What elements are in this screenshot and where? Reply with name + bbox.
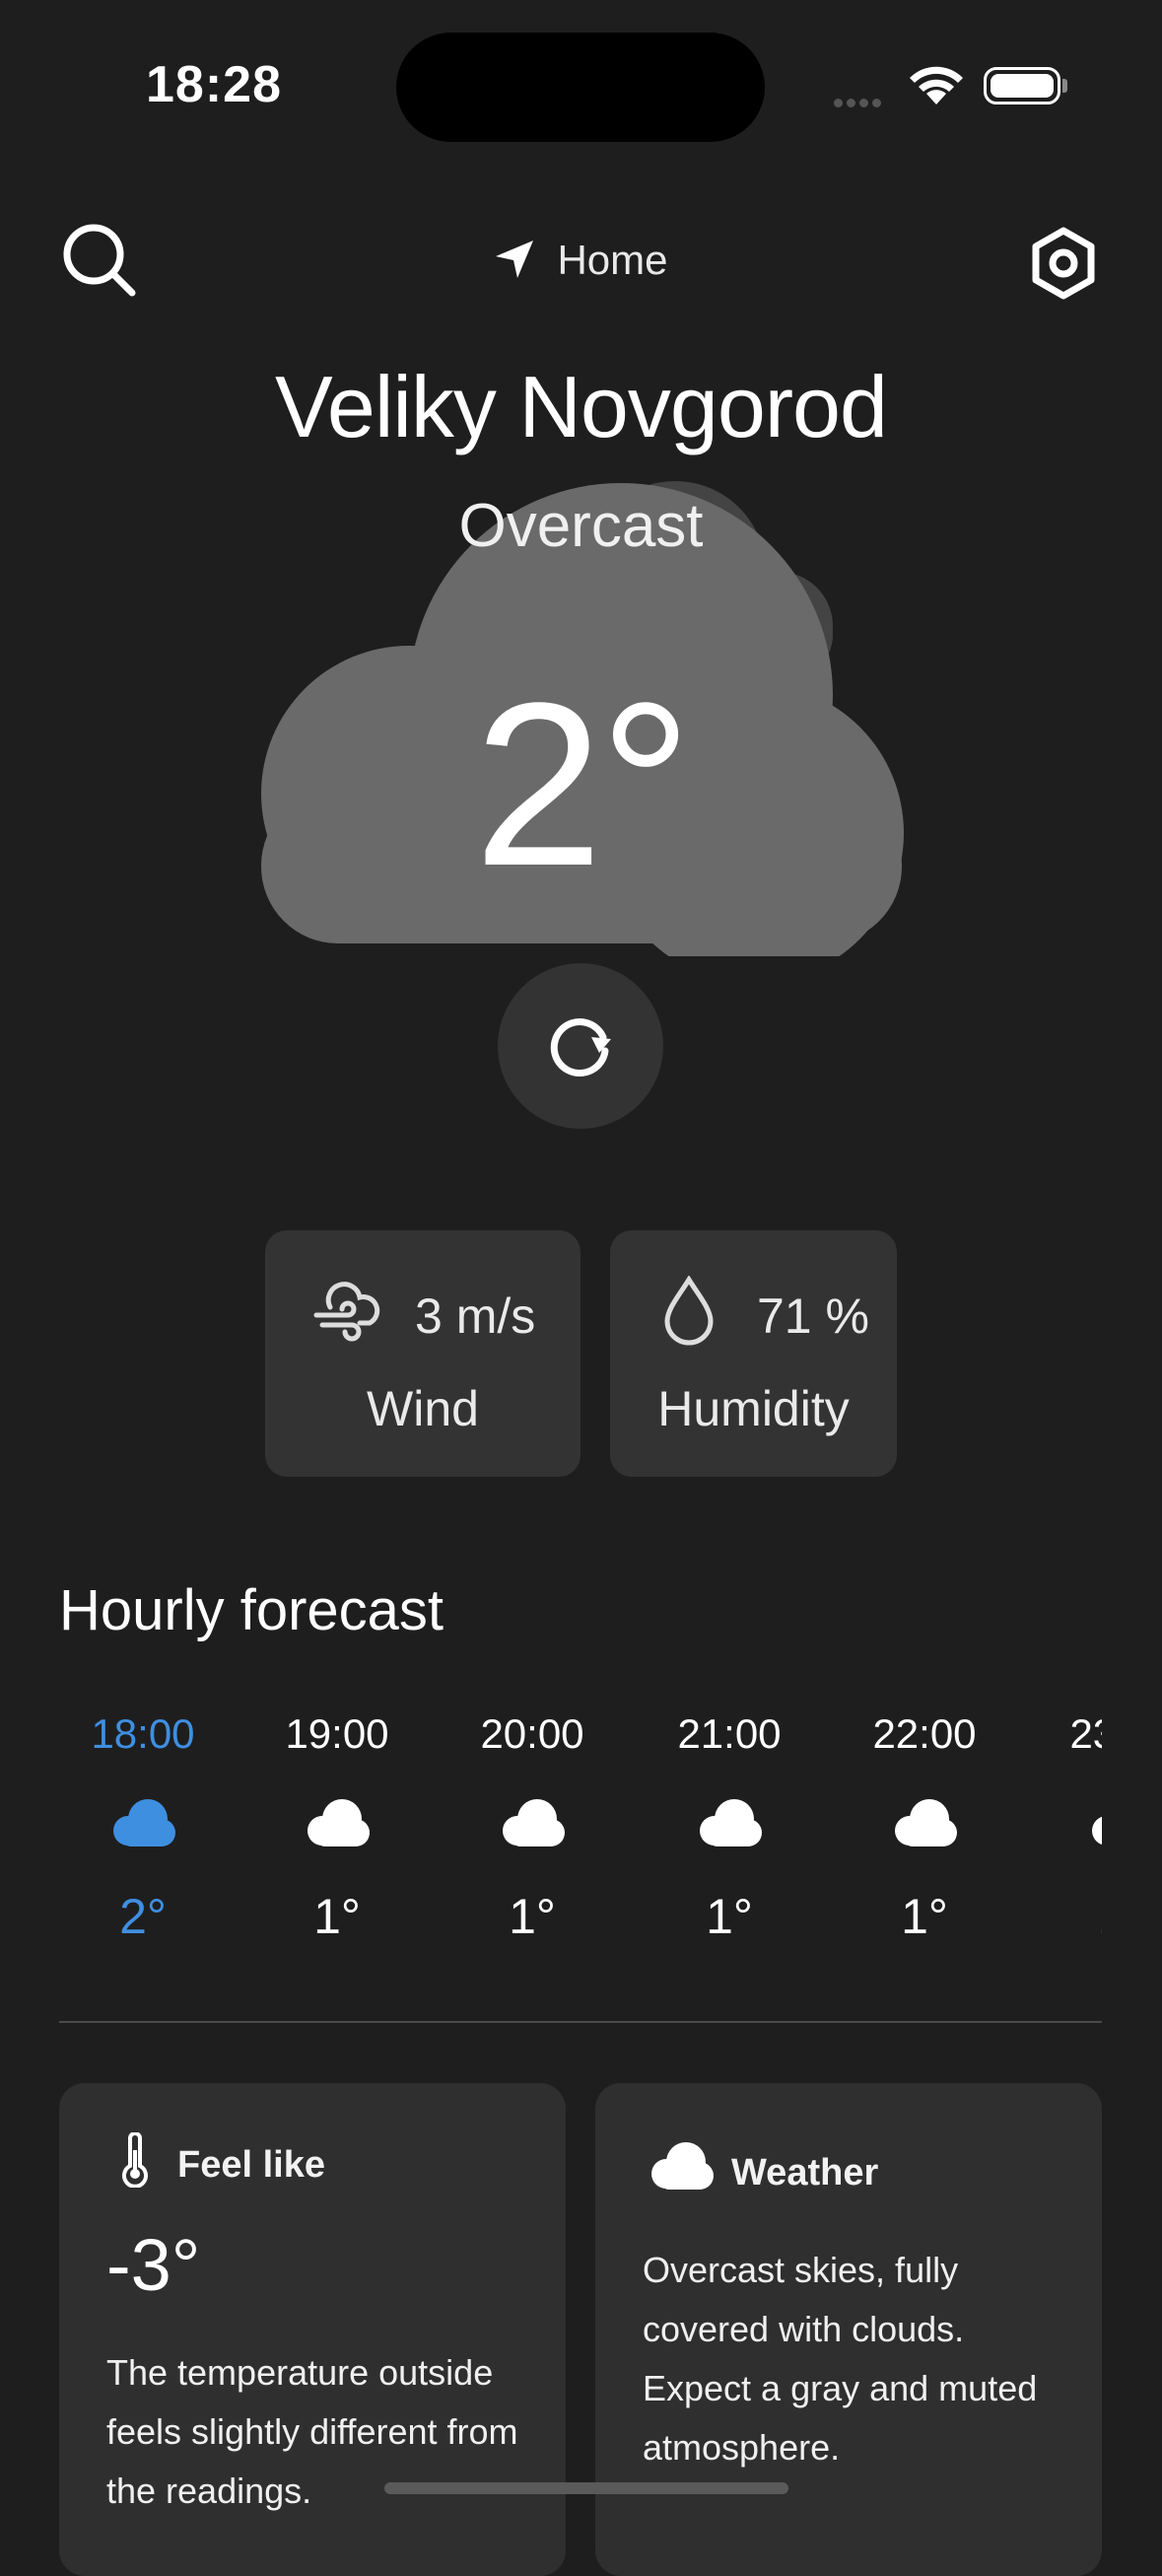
location-label: Home — [557, 237, 668, 283]
wifi-icon — [907, 63, 966, 111]
wind-icon — [313, 1282, 380, 1342]
wind-card: 3 m/s Wind — [265, 1230, 581, 1477]
cellular-signal-icon — [834, 95, 885, 112]
feel-like-title: Feel like — [177, 2144, 325, 2186]
settings-icon[interactable] — [1025, 225, 1102, 302]
weather-description: Overcast skies, fully covered with cloud… — [643, 2250, 1038, 2468]
status-time: 18:28 — [146, 56, 282, 113]
humidity-value: 71 % — [757, 1288, 869, 1344]
hourly-forecast-list[interactable]: 18:00 2° 19:00 1° 20:00 1° 21:00 1° 22:0… — [59, 1710, 1102, 1986]
divider — [59, 2021, 1102, 2023]
cloud-icon — [895, 1799, 957, 1846]
dynamic-island — [396, 33, 765, 142]
weather-title: Weather — [731, 2152, 879, 2193]
wind-value: 3 m/s — [415, 1288, 536, 1344]
humidity-label: Humidity — [657, 1381, 850, 1436]
feel-like-card: Feel like -3° The temperature outside fe… — [59, 2083, 566, 2576]
feel-like-value: -3° — [106, 2224, 201, 2306]
wind-label: Wind — [367, 1381, 479, 1436]
hourly-item[interactable]: 21:00 1° — [646, 1710, 813, 1945]
refresh-button[interactable] — [498, 963, 663, 1129]
cloud-icon — [113, 1799, 175, 1846]
thermometer-icon — [122, 2132, 148, 2188]
cloud-icon — [308, 1799, 370, 1846]
home-indicator[interactable] — [384, 2482, 788, 2494]
hourly-item[interactable]: 19:00 1° — [253, 1710, 421, 1945]
refresh-icon — [550, 1018, 611, 1078]
hourly-item[interactable]: 23:00 1° — [1038, 1710, 1102, 1945]
location-selector[interactable]: Home — [0, 237, 1162, 284]
current-temperature: 2° — [473, 655, 693, 915]
cloud-icon — [651, 2142, 714, 2190]
weather-condition: Overcast — [458, 492, 704, 560]
battery-tip — [1062, 79, 1067, 93]
feel-like-description: The temperature outside feels slightly d… — [106, 2352, 518, 2511]
humidity-card: 71 % Humidity — [610, 1230, 897, 1477]
hourly-forecast-title: Hourly forecast — [59, 1578, 444, 1642]
cloud-icon — [1092, 1816, 1102, 1845]
hourly-item[interactable]: 18:00 2° — [59, 1710, 227, 1945]
humidity-drop-icon — [664, 1276, 714, 1346]
cloud-icon — [700, 1799, 762, 1846]
city-name: Veliky Novgorod — [275, 358, 888, 455]
cloud-icon — [503, 1799, 565, 1846]
hourly-item[interactable]: 20:00 1° — [448, 1710, 616, 1945]
hourly-item[interactable]: 22:00 1° — [841, 1710, 1008, 1945]
location-arrow-icon — [496, 241, 534, 278]
battery-icon — [984, 67, 1060, 104]
weather-card: Weather Overcast skies, fully covered wi… — [595, 2083, 1102, 2576]
